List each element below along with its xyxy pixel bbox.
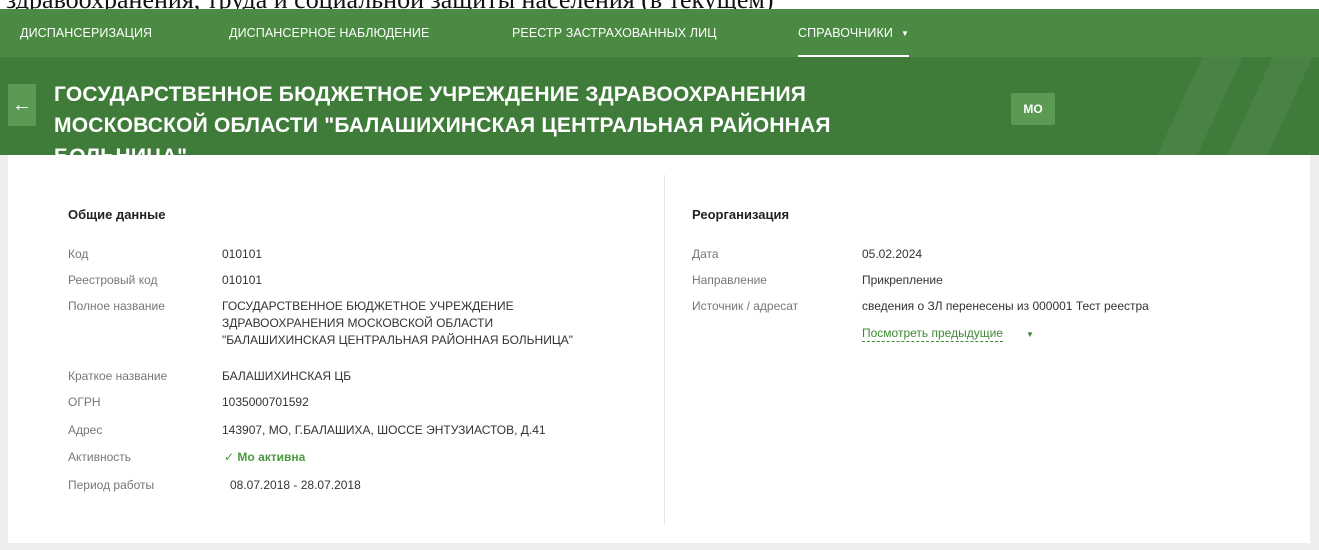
page-header: ← ГОСУДАРСТВЕННОЕ БЮДЖЕТНОЕ УЧРЕЖДЕНИЕ З… (0, 57, 1319, 155)
field-value-direction: Прикрепление (862, 273, 943, 287)
nav-item-references-label: СПРАВОЧНИКИ (798, 26, 893, 40)
field-value-activity: ✓ Мо активна (224, 449, 305, 466)
field-label-address: Адрес (68, 423, 103, 437)
field-label-direction: Направление (692, 273, 767, 287)
full-name-line: "БАЛАШИХИНСКАЯ ЦЕНТРАЛЬНАЯ РАЙОННАЯ БОЛЬ… (222, 333, 573, 347)
nav-item-insured-registry[interactable]: РЕЕСТР ЗАСТРАХОВАННЫХ ЛИЦ (512, 9, 717, 57)
reorg-section-title: Реорганизация (692, 207, 790, 222)
field-label-short-name: Краткое название (68, 369, 168, 383)
field-label-code: Код (68, 247, 89, 261)
field-label-full-name: Полное название (68, 299, 165, 313)
field-value-ogrn: 1035000701592 (222, 395, 309, 409)
decorative-stripe (1157, 57, 1243, 155)
field-label-registry-code: Реестровый код (68, 273, 158, 287)
field-value-short-name: БАЛАШИХИНСКАЯ ЦБ (222, 369, 352, 383)
chevron-down-icon: ▼ (900, 29, 909, 38)
nav-item-dispensary-observation[interactable]: ДИСПАНСЕРНОЕ НАБЛЮДЕНИЕ (229, 9, 429, 57)
mo-badge: МО (1011, 93, 1055, 125)
field-value-work-period: 08.07.2018 - 28.07.2018 (230, 478, 361, 492)
field-label-work-period: Период работы (68, 478, 155, 492)
field-value-registry-code: 010101 (222, 273, 263, 287)
field-value-full-name: ГОСУДАРСТВЕННОЕ БЮДЖЕТНОЕ УЧРЕЖДЕНИЕ ЗДР… (222, 298, 573, 349)
general-section-title: Общие данные (68, 207, 166, 222)
top-nav: ДИСПАНСЕРИЗАЦИЯ ДИСПАНСЕРНОЕ НАБЛЮДЕНИЕ … (0, 9, 1319, 57)
column-divider (664, 175, 665, 525)
back-button[interactable]: ← (8, 84, 36, 126)
field-value-date: 05.02.2024 (862, 247, 923, 261)
nav-item-dispanserization[interactable]: ДИСПАНСЕРИЗАЦИЯ (20, 9, 152, 57)
decorative-stripe (1227, 57, 1313, 155)
field-label-source: Источник / адресат (692, 299, 799, 313)
arrow-left-icon: ← (12, 94, 32, 116)
full-name-line: ГОСУДАРСТВЕННОЕ БЮДЖЕТНОЕ УЧРЕЖДЕНИЕ (222, 299, 514, 313)
details-card (8, 155, 1310, 543)
activity-status-text: Мо активна (237, 450, 306, 464)
field-label-ogrn: ОГРН (68, 395, 101, 409)
full-name-line: ЗДРАВООХРАНЕНИЯ МОСКОВСКОЙ ОБЛАСТИ (222, 316, 494, 330)
field-value-address: 143907, МО, Г.БАЛАШИХА, ШОССЕ ЭНТУЗИАСТО… (222, 423, 546, 437)
chevron-down-icon: ▼ (1026, 330, 1034, 339)
page-title: ГОСУДАРСТВЕННОЕ БЮДЖЕТНОЕ УЧРЕЖДЕНИЕ ЗДР… (54, 83, 831, 155)
nav-item-references[interactable]: СПРАВОЧНИКИ ▼ (798, 9, 909, 57)
field-label-activity: Активность (68, 450, 132, 464)
field-value-code: 010101 (222, 247, 263, 261)
field-label-date: Дата (692, 247, 719, 261)
field-value-source: сведения о ЗЛ перенесены из 000001 Тест … (862, 299, 1149, 313)
check-icon: ✓ (224, 450, 235, 464)
view-previous-link[interactable]: Посмотреть предыдущие (862, 326, 1003, 342)
